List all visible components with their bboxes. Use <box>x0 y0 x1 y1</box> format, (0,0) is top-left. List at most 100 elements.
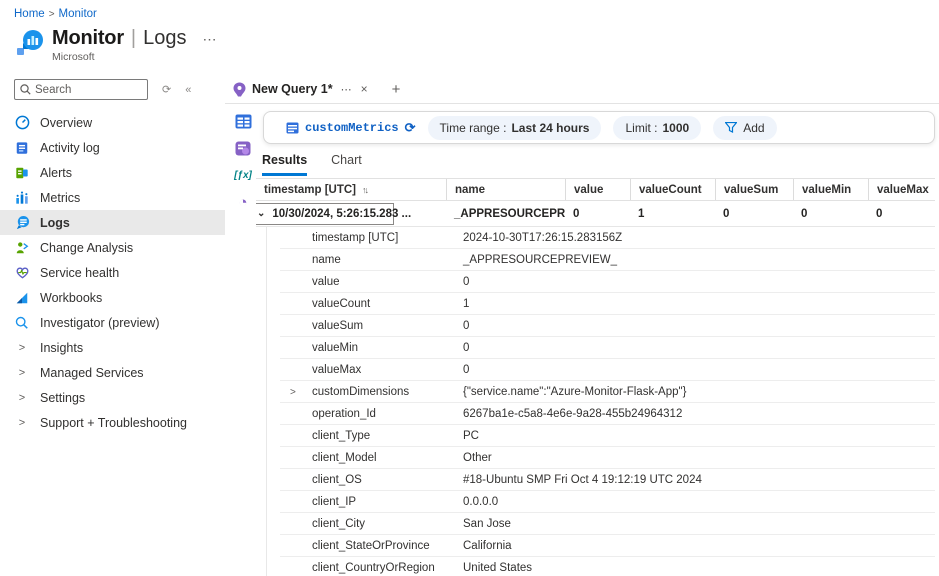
tab-label: New Query 1* <box>252 82 333 96</box>
detail-row: valueMax0 <box>256 359 935 381</box>
tab-more-icon[interactable]: ⋯ <box>341 83 353 96</box>
column-header-valuemin[interactable]: valueMin <box>793 179 868 200</box>
detail-row: client_StateOrProvinceCalifornia <box>256 535 935 557</box>
row-value: 0 <box>565 208 630 220</box>
sidebar-item-label: Investigator (preview) <box>40 316 160 330</box>
sidebar-item-workbooks[interactable]: Workbooks <box>0 285 225 310</box>
column-header-name[interactable]: name <box>446 179 565 200</box>
sidebar-item-service-health[interactable]: Service health <box>0 260 225 285</box>
collapse-row-icon[interactable]: ⌄ <box>257 208 265 219</box>
sidebar-group-insights[interactable]: > Insights <box>0 335 225 360</box>
refresh-icon[interactable]: ⟳ <box>405 120 416 136</box>
row-name: _APPRESOURCEPREVIE... <box>446 208 565 220</box>
detail-key: client_Model <box>312 452 463 464</box>
header-more-icon[interactable]: ⋯ <box>203 31 218 48</box>
tab-close-icon[interactable]: × <box>361 82 368 96</box>
tables-pane-icon[interactable] <box>234 112 252 130</box>
detail-value: 6267ba1e-c5a8-4e6e-9a28-455b24964312 <box>463 408 682 420</box>
sidebar-group-support[interactable]: > Support + Troubleshooting <box>0 410 225 435</box>
sidebar-item-label: Alerts <box>40 166 72 180</box>
sidebar-group-managed-services[interactable]: > Managed Services <box>0 360 225 385</box>
metrics-icon <box>14 190 30 206</box>
add-filter-pill[interactable]: Add <box>713 116 776 140</box>
breadcrumb-home-link[interactable]: Home <box>14 8 45 20</box>
column-header-value[interactable]: value <box>565 179 630 200</box>
sidebar-refresh-icon[interactable]: ⟳ <box>162 83 171 96</box>
query-pin-icon <box>233 82 246 97</box>
results-table-header: timestamp [UTC] ↑↓ name value valueCount… <box>256 178 935 201</box>
sidebar-group-label: Managed Services <box>40 366 144 380</box>
sidebar-item-label: Overview <box>40 116 92 130</box>
column-header-valuesum[interactable]: valueSum <box>715 179 793 200</box>
search-input[interactable] <box>35 80 143 99</box>
detail-value: 0 <box>463 276 469 288</box>
detail-key: operation_Id <box>312 408 463 420</box>
sidebar-item-label: Workbooks <box>40 291 102 305</box>
detail-value: _APPRESOURCEPREVIEW_ <box>463 254 617 266</box>
tab-new-query-1[interactable]: New Query 1* ⋯ × <box>225 75 378 104</box>
detail-row: valueCount1 <box>256 293 935 315</box>
table-name-label: customMetrics <box>305 121 399 135</box>
table-pill[interactable]: customMetrics ⟳ <box>286 120 416 136</box>
page-section-title: Logs <box>143 27 186 50</box>
timestamp-cell[interactable]: ⌄ 10/30/2024, 5:26:15.283 ... <box>256 203 394 225</box>
detail-row: client_CitySan Jose <box>256 513 935 535</box>
detail-row: valueMin0 <box>256 337 935 359</box>
detail-value: 2024-10-30T17:26:15.283156Z <box>463 232 622 244</box>
sidebar-collapse-icon[interactable]: « <box>185 84 191 96</box>
sidebar-item-alerts[interactable]: Alerts <box>0 160 225 185</box>
detail-row: client_ModelOther <box>256 447 935 469</box>
sidebar-group-settings[interactable]: > Settings <box>0 385 225 410</box>
sidebar-item-label: Service health <box>40 266 119 280</box>
detail-row: timestamp [UTC]2024-10-30T17:26:15.28315… <box>256 227 935 249</box>
detail-value: San Jose <box>463 518 511 530</box>
column-header-valuemax[interactable]: valueMax <box>868 179 935 200</box>
new-tab-button[interactable]: + <box>392 81 401 98</box>
query-bar: customMetrics ⟳ Time range : Last 24 hou… <box>263 111 935 144</box>
search-icon <box>20 84 31 95</box>
chevron-right-icon: > <box>14 367 30 379</box>
functions-pane-icon[interactable]: [ƒx] <box>234 166 252 184</box>
change-analysis-icon <box>14 240 30 256</box>
detail-row-custom-dimensions: > customDimensions{"service.name":"Azure… <box>256 381 935 403</box>
detail-value: 1 <box>463 298 469 310</box>
detail-key: client_IP <box>312 496 463 508</box>
time-range-label: Time range : <box>440 121 507 135</box>
query-history-icon[interactable]: ◔ <box>234 193 252 211</box>
column-header-timestamp[interactable]: timestamp [UTC] ↑↓ <box>256 179 446 200</box>
queries-pane-icon[interactable] <box>234 139 252 157</box>
tab-results[interactable]: Results <box>262 153 307 176</box>
sidebar-item-investigator[interactable]: Investigator (preview) <box>0 310 225 335</box>
sidebar-group-label: Support + Troubleshooting <box>40 416 187 430</box>
sidebar-group-label: Insights <box>40 341 83 355</box>
add-filter-label: Add <box>743 121 764 135</box>
detail-value: 0.0.0.0 <box>463 496 498 508</box>
detail-row: client_OS#18-Ubuntu SMP Fri Oct 4 19:12:… <box>256 469 935 491</box>
expand-chevron-icon[interactable]: > <box>290 387 296 398</box>
sidebar-item-metrics[interactable]: Metrics <box>0 185 225 210</box>
sidebar-item-label: Activity log <box>40 141 100 155</box>
detail-value: PC <box>463 430 479 442</box>
detail-key: client_Type <box>312 430 463 442</box>
detail-key: valueCount <box>312 298 463 310</box>
detail-value: California <box>463 540 512 552</box>
time-range-pill[interactable]: Time range : Last 24 hours <box>428 116 602 140</box>
service-health-icon <box>14 265 30 281</box>
sidebar-search[interactable] <box>14 79 148 100</box>
tab-chart[interactable]: Chart <box>331 153 362 176</box>
sidebar-item-logs[interactable]: Logs <box>0 210 225 235</box>
detail-key: valueSum <box>312 320 463 332</box>
detail-key: client_StateOrProvince <box>312 540 463 552</box>
chevron-right-icon: > <box>14 417 30 429</box>
table-row[interactable]: ⌄ 10/30/2024, 5:26:15.283 ... _APPRESOUR… <box>256 201 935 227</box>
sidebar-item-activity-log[interactable]: Activity log <box>0 135 225 160</box>
breadcrumb: Home>Monitor <box>14 8 97 20</box>
breadcrumb-current-link[interactable]: Monitor <box>59 8 97 20</box>
column-header-valuecount[interactable]: valueCount <box>630 179 715 200</box>
title-divider: | <box>131 27 136 50</box>
limit-pill[interactable]: Limit : 1000 <box>613 116 701 140</box>
monitor-app-icon <box>14 29 44 59</box>
table-icon <box>286 122 299 134</box>
sidebar-item-overview[interactable]: Overview <box>0 110 225 135</box>
sidebar-item-change-analysis[interactable]: Change Analysis <box>0 235 225 260</box>
